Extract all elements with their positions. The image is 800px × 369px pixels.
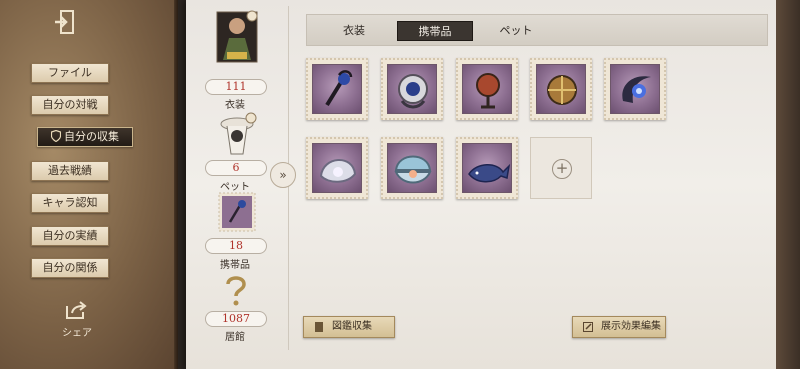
umbrella-cane-icon	[312, 64, 362, 114]
add-item-button[interactable]: +	[530, 137, 592, 199]
accessory-count: 18	[205, 238, 267, 254]
item-stamp[interactable]	[456, 58, 518, 120]
share-label: シェア	[62, 328, 92, 339]
open-clam-icon	[387, 143, 437, 193]
sidebar-item-label: ファイル	[48, 66, 92, 79]
sidebar-item-character-cognition[interactable]: キャラ認知	[31, 193, 109, 213]
sidebar-item-label: キャラ認知	[42, 196, 98, 209]
house-label: 居館	[225, 332, 245, 343]
tab-accessory[interactable]: 携帯品	[397, 21, 473, 41]
red-orb-lantern-icon	[462, 64, 512, 114]
blue-crescent-orb-icon	[610, 64, 660, 114]
sidebar-item-label: 自分の収集	[64, 130, 119, 143]
lantern-ornament-icon	[387, 64, 437, 114]
edit-display-button[interactable]: 展示効果編集	[572, 316, 666, 338]
accessory-stamp-icon[interactable]	[218, 192, 256, 232]
book-icon	[314, 321, 324, 333]
house-count: 1087	[205, 311, 267, 327]
collection-book-button[interactable]: 図鑑収集	[303, 316, 395, 338]
golden-sphere-icon	[536, 64, 586, 114]
costume-label: 衣装	[225, 100, 245, 111]
collection-book-label: 図鑑収集	[332, 321, 372, 332]
pet-label: ペット	[220, 182, 250, 193]
item-stamp[interactable]	[381, 58, 443, 120]
item-stamp[interactable]	[456, 137, 518, 199]
sidebar: ファイル 自分の対戦 自分の収集 過去戦績 キャラ認知 自分の実績 自分の関係 …	[0, 0, 178, 369]
right-border	[776, 0, 800, 369]
exit-icon[interactable]	[52, 8, 78, 36]
item-stamp[interactable]	[530, 58, 592, 120]
sidebar-item-label: 自分の関係	[42, 261, 98, 274]
sidebar-item-achievements[interactable]: 自分の実績	[31, 226, 109, 246]
sidebar-item-my-matches[interactable]: 自分の対戦	[31, 95, 109, 115]
share-button[interactable]: シェア	[57, 300, 97, 339]
expand-chevron-icon[interactable]: »	[270, 162, 296, 188]
tab-label: 携帯品	[418, 25, 452, 38]
whale-icon	[462, 143, 512, 193]
unknown-house-icon[interactable]	[220, 272, 252, 308]
shield-icon	[50, 129, 62, 143]
item-stamp[interactable]	[306, 137, 368, 199]
sidebar-item-label: 自分の対戦	[42, 98, 98, 111]
item-stamp[interactable]	[381, 137, 443, 199]
sidebar-item-label: 過去戦績	[48, 164, 92, 177]
item-stamp[interactable]	[306, 58, 368, 120]
tab-label: ペット	[499, 24, 533, 37]
tab-label: 衣装	[343, 24, 365, 37]
costume-portrait-icon[interactable]	[215, 10, 259, 64]
pet-icon[interactable]	[215, 110, 259, 164]
tab-costume[interactable]: 衣装	[331, 21, 377, 41]
plus-icon: +	[552, 159, 572, 179]
sidebar-item-past-record[interactable]: 過去戦績	[31, 161, 109, 181]
tab-pet[interactable]: ペット	[493, 21, 539, 41]
sidebar-item-label: 自分の実績	[42, 229, 98, 242]
share-icon	[66, 301, 87, 319]
sidebar-item-file[interactable]: ファイル	[31, 63, 109, 83]
sidebar-item-my-collection[interactable]: 自分の収集	[37, 127, 133, 147]
pearl-shell-icon	[312, 143, 362, 193]
edit-icon	[583, 321, 593, 333]
pet-count: 6	[205, 160, 267, 176]
accessory-label: 携帯品	[220, 260, 250, 271]
item-stamp[interactable]	[604, 58, 666, 120]
costume-count: 111	[205, 79, 267, 95]
edit-display-label: 展示効果編集	[601, 321, 661, 332]
category-tabs: 衣装 携帯品 ペット	[306, 14, 768, 46]
sidebar-item-relations[interactable]: 自分の関係	[31, 258, 109, 278]
